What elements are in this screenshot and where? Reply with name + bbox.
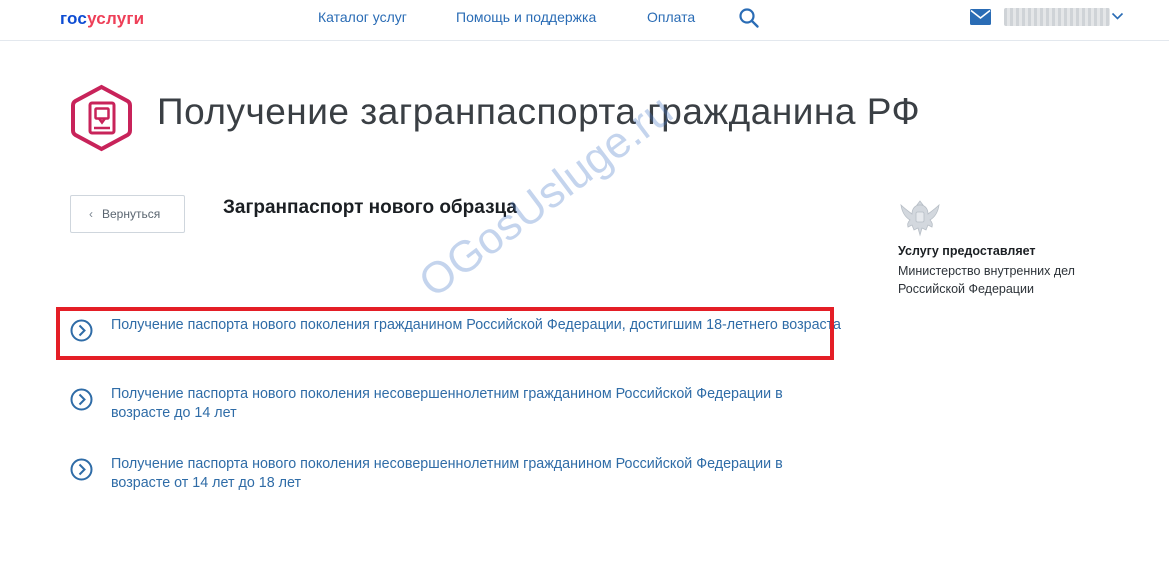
top-header: госуслуги Каталог услуг Помощь и поддерж… bbox=[0, 0, 1169, 41]
chevron-left-icon: ‹ bbox=[89, 207, 93, 221]
back-button-label: Вернуться bbox=[102, 207, 161, 221]
search-icon[interactable] bbox=[738, 7, 760, 29]
service-link-14-to-18[interactable]: Получение паспорта нового поколения несо… bbox=[70, 455, 840, 495]
provider-name: Министерство внутренних дел Российской Ф… bbox=[898, 264, 1075, 296]
service-link-under-14[interactable]: Получение паспорта нового поколения несо… bbox=[70, 385, 840, 425]
logo-part-gos: гос bbox=[60, 9, 88, 28]
logo-part-uslugi: услуги bbox=[87, 9, 145, 28]
page-title: Получение загранпаспорта гражданина РФ bbox=[157, 91, 921, 132]
service-link-label: Получение паспорта нового поколения несо… bbox=[111, 386, 783, 421]
service-link-label: Получение паспорта нового поколения граж… bbox=[111, 317, 842, 333]
mail-icon[interactable] bbox=[970, 9, 991, 25]
nav-catalog-link[interactable]: Каталог услуг bbox=[318, 9, 407, 25]
provider-label: Услугу предоставляет bbox=[898, 244, 1036, 258]
nav-help-link[interactable]: Помощь и поддержка bbox=[456, 9, 596, 25]
gosuslugi-logo[interactable]: госуслуги bbox=[60, 9, 144, 29]
user-name-blurred[interactable]: ████████ bbox=[1004, 8, 1110, 26]
circle-chevron-right-icon bbox=[70, 458, 93, 481]
coat-of-arms-icon bbox=[900, 200, 940, 237]
service-link-label: Получение паспорта нового поколения несо… bbox=[111, 456, 783, 491]
passport-icon bbox=[71, 84, 132, 152]
circle-chevron-right-icon bbox=[70, 319, 93, 342]
service-link-adult[interactable]: Получение паспорта нового поколения граж… bbox=[70, 316, 842, 356]
circle-chevron-right-icon bbox=[70, 388, 93, 411]
nav-payment-link[interactable]: Оплата bbox=[647, 9, 695, 25]
section-title: Загранпаспорт нового образца bbox=[223, 197, 517, 218]
back-button[interactable]: ‹ Вернуться bbox=[70, 195, 185, 233]
chevron-down-icon[interactable] bbox=[1111, 11, 1124, 21]
